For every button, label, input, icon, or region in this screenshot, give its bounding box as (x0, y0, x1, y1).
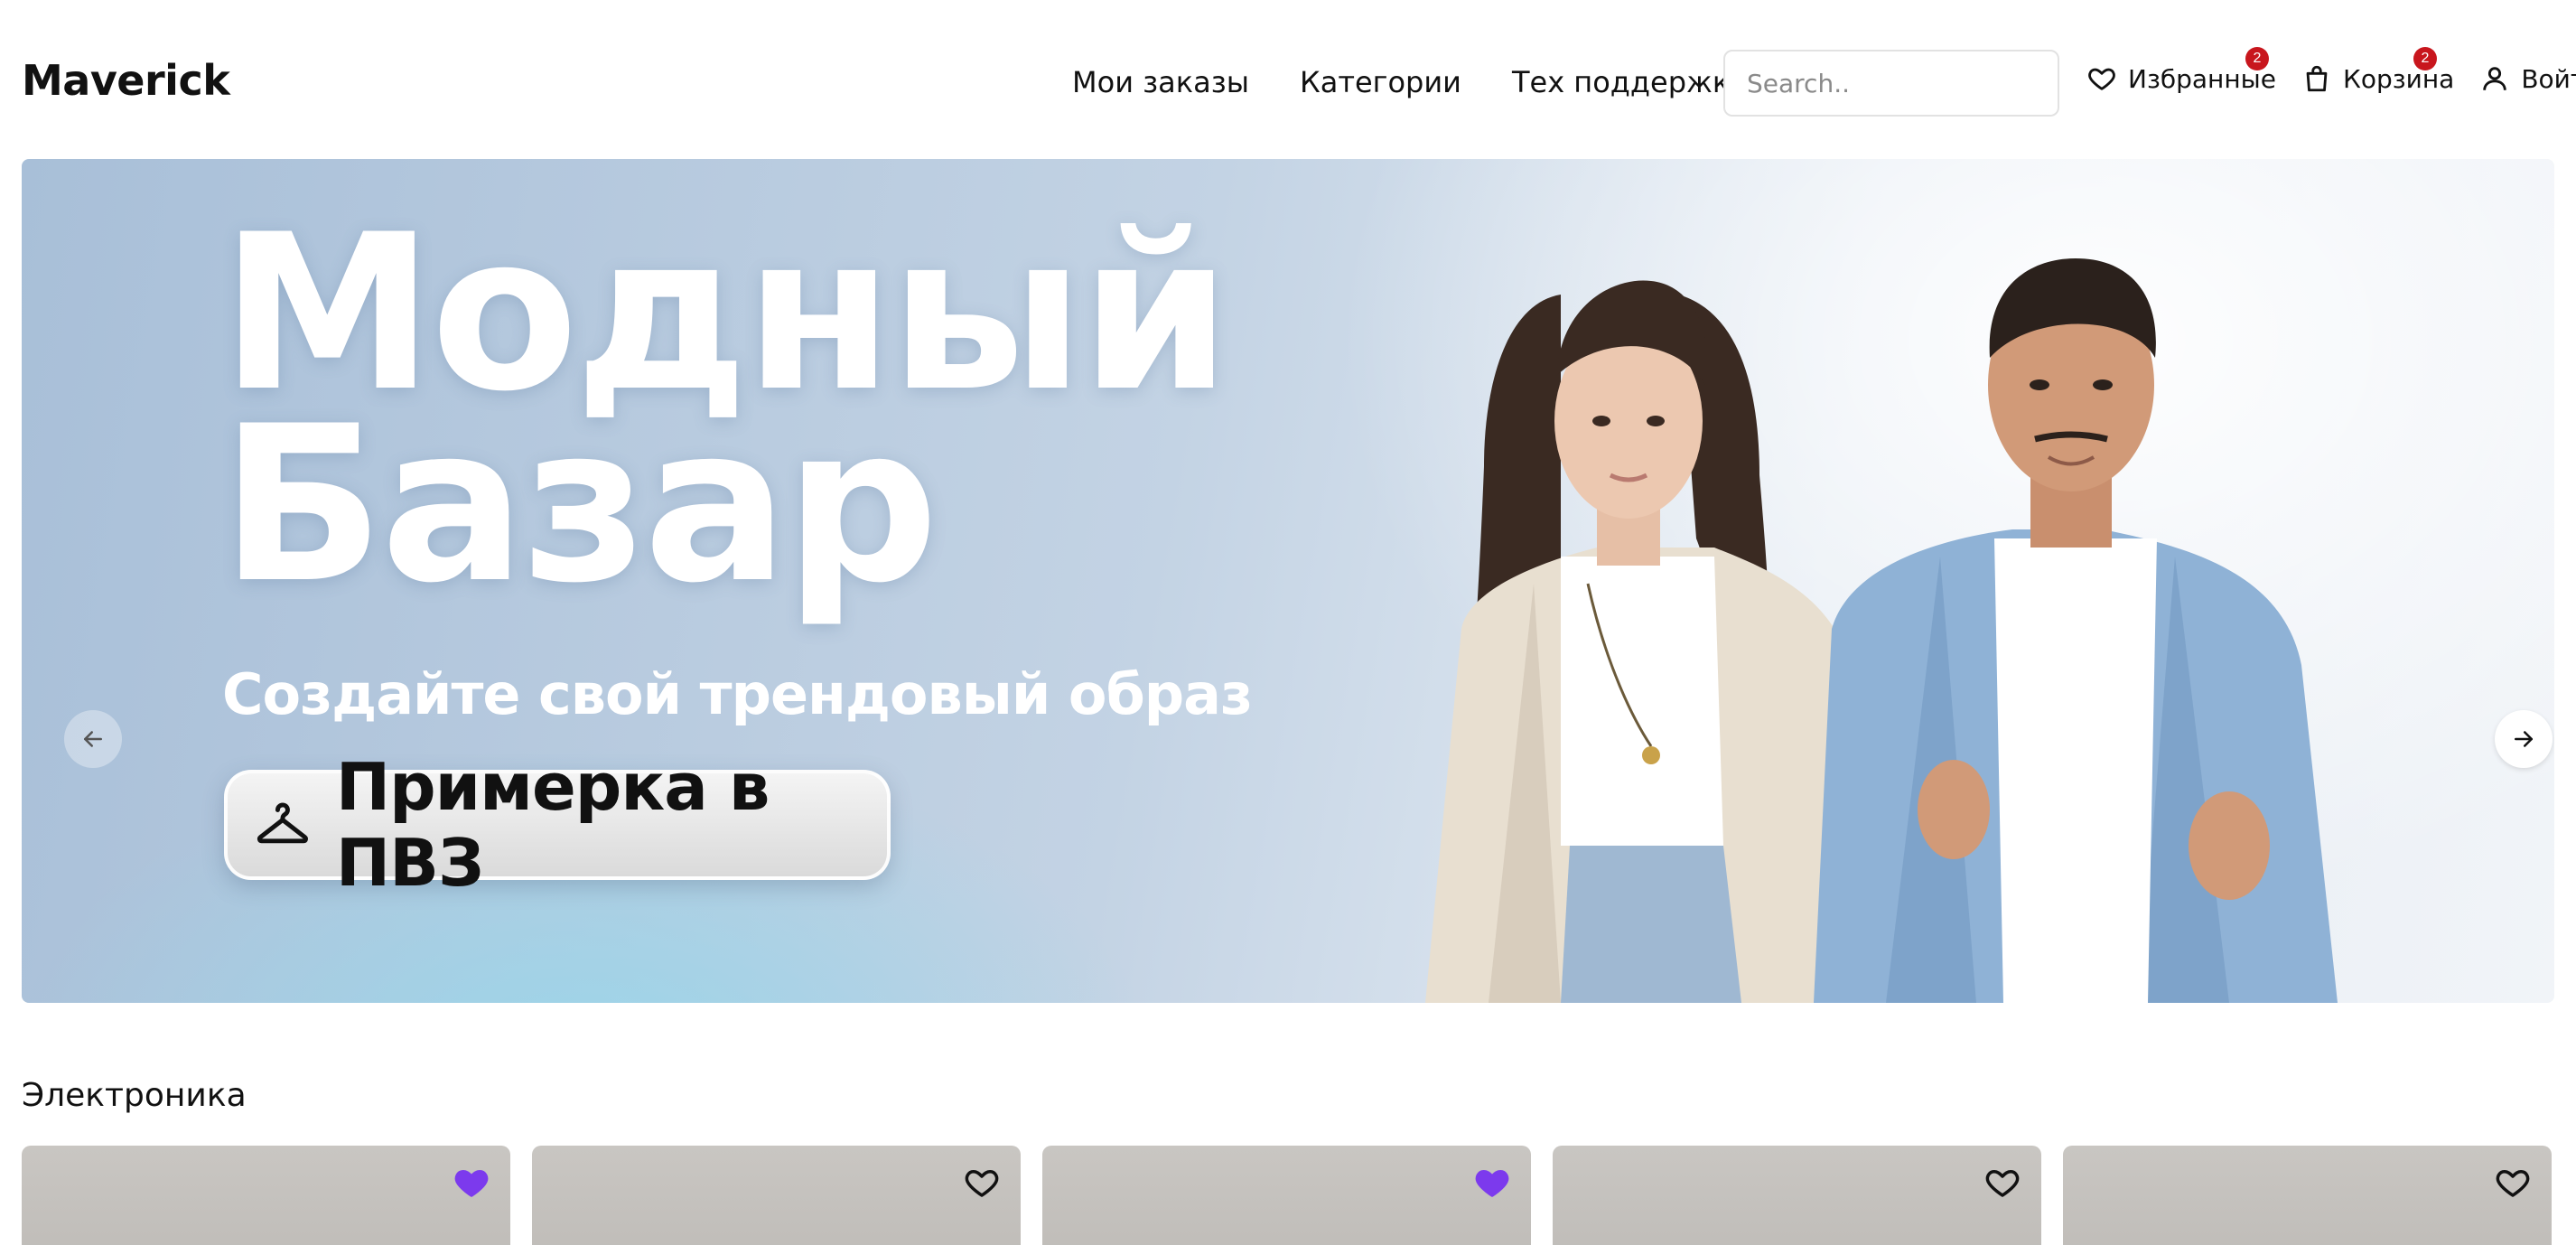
product-card[interactable] (22, 1146, 510, 1245)
site-header: Maverick Мои заказы Категории Тех поддер… (0, 0, 2576, 159)
favorite-heart-filled-icon[interactable] (453, 1164, 490, 1202)
cart-label: Корзина (2342, 63, 2455, 94)
cart-button[interactable]: Корзина 2 (2301, 47, 2455, 94)
login-label: Войти (2521, 63, 2576, 94)
favorites-button[interactable]: Избранные 2 (2086, 47, 2276, 94)
user-icon (2483, 67, 2507, 90)
carousel-next-button[interactable] (2495, 710, 2553, 768)
section-title-electronics: Электроника (22, 1077, 247, 1114)
banner-subtitle: Создайте свой трендовый образ (222, 661, 1253, 727)
favorite-heart-filled-icon[interactable] (1473, 1164, 1511, 1202)
nav-support[interactable]: Тех поддержка (1512, 65, 1748, 99)
cart-count-badge: 2 (2413, 47, 2437, 70)
favorites-count-badge: 2 (2245, 47, 2269, 70)
banner-cta-label: Примерка в ПВЗ (335, 749, 770, 901)
favorite-heart-icon[interactable] (2494, 1164, 2532, 1202)
banner-title: Модный Базар (220, 207, 1231, 613)
nav-categories[interactable]: Категории (1300, 65, 1461, 99)
search-input[interactable] (1723, 50, 2059, 117)
product-grid (22, 1146, 2552, 1245)
banner-cta-button[interactable]: Примерка в ПВЗ (224, 749, 891, 901)
hanger-icon (257, 802, 308, 844)
arrow-right-icon (2515, 731, 2533, 747)
main-nav: Мои заказы Категории Тех поддержка (1072, 65, 1748, 99)
heart-icon (2088, 68, 2115, 90)
product-card[interactable] (532, 1146, 1021, 1245)
product-card[interactable] (1042, 1146, 1531, 1245)
carousel-prev-button[interactable] (64, 710, 122, 768)
nav-my-orders[interactable]: Мои заказы (1072, 65, 1249, 99)
shopping-bag-icon (2306, 65, 2328, 92)
favorite-heart-icon[interactable] (1983, 1164, 2021, 1202)
login-button[interactable]: Войти (2479, 63, 2576, 94)
header-actions: Избранные 2 Корзина 2 Войти (2086, 47, 2576, 94)
site-logo[interactable]: Maverick (22, 56, 230, 105)
hero-banner[interactable]: Модный Базар Создайте свой трендовый обр… (22, 159, 2554, 1003)
product-card[interactable] (1553, 1146, 2041, 1245)
banner-models-image (1425, 258, 2338, 1003)
product-card[interactable] (2063, 1146, 2552, 1245)
arrow-left-icon (84, 731, 102, 747)
favorite-heart-icon[interactable] (963, 1164, 1001, 1202)
